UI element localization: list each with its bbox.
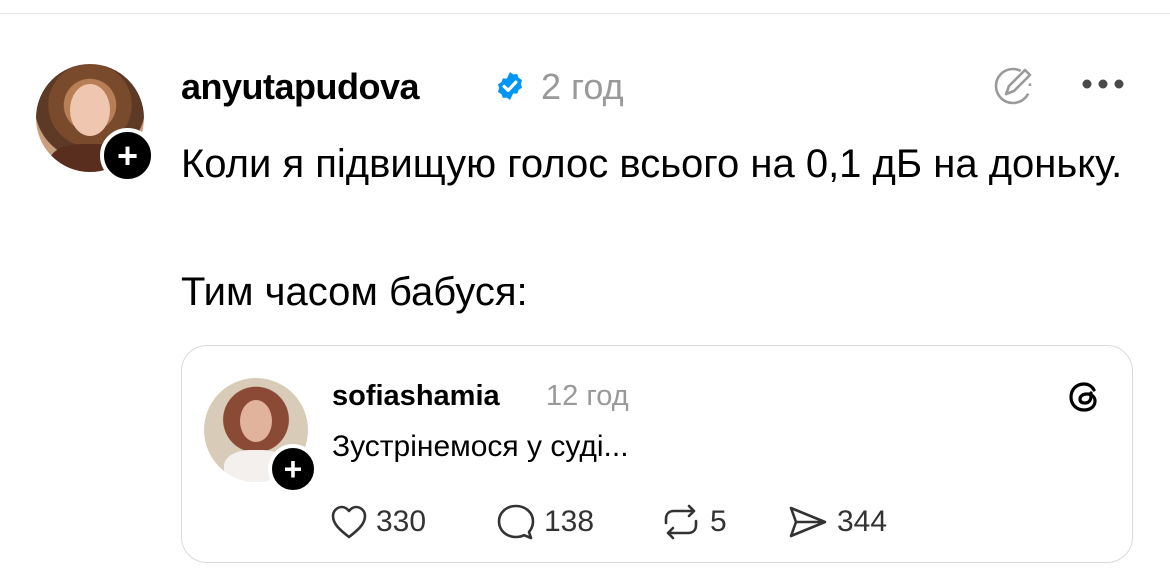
like-count: 330 (376, 505, 427, 538)
plus-icon: + (283, 451, 303, 487)
repost-stat[interactable]: 5 (660, 502, 727, 542)
share-stat[interactable]: 344 (787, 502, 887, 542)
comment-icon (497, 504, 535, 540)
follow-plus-button[interactable]: + (100, 128, 155, 183)
quoted-time: 12 год (546, 380, 629, 412)
repost-icon (664, 504, 698, 540)
share-count: 344 (837, 505, 888, 538)
post-time: 2 год (541, 66, 624, 107)
avatar-face (70, 84, 110, 136)
post-text-paragraph-1: Коли я підвищую голос всього на 0,1 дБ н… (181, 142, 1123, 186)
comment-stat[interactable]: 138 (496, 502, 594, 542)
top-divider (0, 13, 1170, 14)
post-text-paragraph-2: Тим часом бабуся: (181, 270, 528, 314)
share-icon (789, 506, 827, 538)
plus-icon: + (116, 134, 139, 176)
like-stat[interactable]: 330 (330, 502, 426, 542)
repost-count: 5 (710, 505, 727, 538)
post-username[interactable]: anyutapudova (181, 66, 420, 108)
quoted-username[interactable]: sofiashamia (332, 380, 500, 413)
threads-logo-icon[interactable] (1066, 378, 1104, 416)
quoted-text: Зустрінемося у суді... (332, 430, 629, 463)
quoted-avatar-face (240, 400, 272, 442)
more-icon[interactable] (1081, 78, 1125, 90)
quoted-follow-plus-button[interactable]: + (268, 444, 318, 494)
quoted-post-card[interactable] (181, 345, 1133, 563)
edit-icon[interactable] (992, 62, 1038, 108)
comment-count: 138 (544, 505, 595, 538)
heart-icon (331, 505, 367, 539)
verified-badge-icon (498, 72, 522, 100)
